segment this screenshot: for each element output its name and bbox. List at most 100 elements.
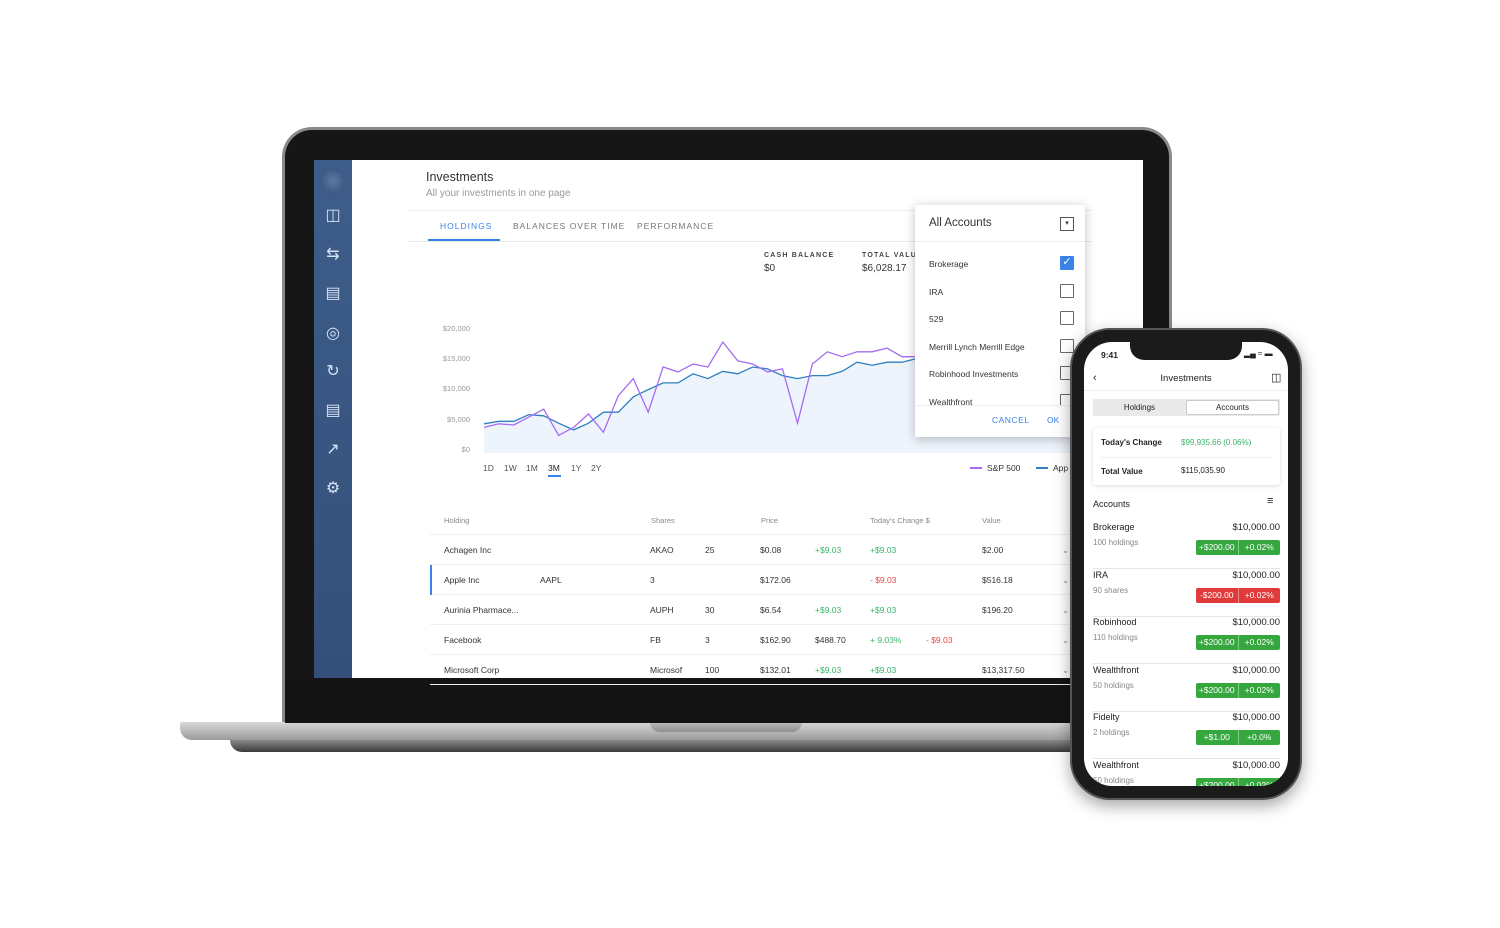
account-sub: 2 holdings — [1093, 728, 1130, 737]
table-row[interactable]: Microsoft Corp Microsof 100 $132.01 +$9.03 +$… — [430, 655, 1080, 685]
dropdown-icon[interactable]: ▾ — [1060, 217, 1074, 231]
table-cell: $13,317.50 — [982, 665, 1025, 675]
table-cell: AAPL — [540, 575, 562, 585]
sidebar: ◫ ⇆ ▤ ◎ ↻ ▤ ↗ ⚙ — [314, 160, 352, 678]
accounts-icon[interactable]: ▤ — [323, 284, 343, 304]
expand-chevron-icon[interactable]: ⌄ — [1062, 635, 1069, 646]
selected-indicator — [430, 565, 432, 595]
settings-icon[interactable]: ⚙ — [323, 479, 343, 499]
account-row[interactable]: Fidelty $10,000.00 2 holdings +$1.00 +0.0% — [1093, 712, 1280, 759]
account-name: Wealthfront — [1093, 664, 1139, 675]
expand-chevron-icon[interactable]: ⌄ — [1062, 545, 1069, 556]
table-cell: - $9.03 — [870, 575, 897, 585]
change-percent: +0.02% — [1237, 682, 1281, 698]
seg-holdings[interactable]: Holdings — [1093, 403, 1186, 412]
account-row[interactable]: Brokerage $10,000.00 100 holdings +$200.00 +… — [1093, 522, 1280, 569]
change-badge: +$1.00 +0.0% — [1196, 730, 1280, 745]
dialog-title: All Accounts — [929, 217, 992, 229]
expand-chevron-icon[interactable]: ⌄ — [1062, 605, 1069, 616]
budget-icon[interactable]: ▤ — [323, 401, 343, 421]
y-tick: $5,000 — [447, 415, 470, 424]
table-cell: $488.70 — [815, 635, 846, 645]
table-row[interactable]: Aurinia Pharmace... AUPH 30 $6.54 +$9.03 +$9.… — [430, 595, 1080, 625]
account-option[interactable]: IRA — [929, 287, 943, 297]
dashboard-icon[interactable]: ◫ — [1271, 371, 1281, 384]
account-option[interactable]: Robinhood Investments — [929, 369, 1018, 379]
legend-swatch-sp500 — [970, 467, 982, 469]
page-title: Investments — [426, 170, 494, 184]
sort-icon[interactable]: ≡ — [1267, 495, 1273, 507]
seg-accounts-label: Accounts — [1216, 403, 1249, 412]
bills-icon[interactable]: ◎ — [323, 324, 343, 344]
tab-balances-over-time[interactable]: BALANCES OVER TIME — [513, 221, 625, 231]
table-cell: 30 — [705, 605, 715, 615]
y-tick: $10,000 — [442, 384, 470, 393]
range-1w[interactable]: 1W — [504, 463, 517, 473]
account-row[interactable]: IRA $10,000.00 90 shares -$200.00 +0.02% — [1093, 570, 1280, 617]
change-amount: +$1.00 — [1203, 732, 1230, 742]
col-todays-change[interactable]: Today's Change $ — [870, 516, 930, 525]
account-sub: 110 holdings — [1093, 633, 1138, 642]
account-option[interactable]: Merrill Lynch Merrill Edge — [929, 342, 1025, 352]
col-shares[interactable]: Shares — [651, 516, 675, 525]
account-name: IRA — [1093, 569, 1109, 580]
table-cell: $0.08 — [760, 545, 782, 555]
col-value[interactable]: Value — [982, 516, 1001, 525]
change-amount: +$200.00 — [1198, 779, 1235, 787]
account-value: $10,000.00 — [1232, 522, 1280, 533]
cancel-button[interactable]: CANCEL — [992, 415, 1029, 425]
col-price[interactable]: Price — [761, 516, 778, 525]
accounts-heading: Accounts — [1093, 499, 1131, 509]
account-checkbox[interactable] — [1060, 338, 1074, 353]
table-cell: AUPH — [650, 605, 674, 615]
account-checkbox[interactable]: ✓ — [1060, 256, 1074, 270]
change-percent: +0.0% — [1237, 730, 1281, 745]
table-cell: +$9.03 — [870, 665, 897, 675]
change-badge: +$200.00 +0.02% — [1196, 777, 1280, 787]
expand-chevron-icon[interactable]: ⌄ — [1062, 575, 1069, 586]
account-row[interactable]: Wealthfront $10,000.00 50 holdings +$200.00… — [1093, 760, 1280, 787]
transfer-icon[interactable]: ⇆ — [323, 245, 343, 265]
cash-balance-label: CASH BALANCE — [764, 252, 835, 259]
recurring-icon[interactable]: ↻ — [323, 362, 343, 382]
change-amount: +$200.00 — [1198, 684, 1235, 695]
tab-performance[interactable]: PERFORMANCE — [637, 221, 714, 231]
change-percent: +0.02% — [1237, 635, 1281, 650]
table-row[interactable]: Facebook FB 3 $162.90 $488.70 + 9.03% - $9.03 ⌄ — [430, 625, 1080, 655]
dialog-divider — [915, 241, 1085, 242]
total-value: $115,035.90 — [1181, 466, 1225, 475]
account-sub: 100 holdings — [1093, 538, 1139, 547]
change-amount: -$200.00 — [1199, 589, 1234, 600]
avatar[interactable] — [320, 168, 346, 194]
range-1m[interactable]: 1M — [526, 463, 538, 473]
todays-change-value: $99,935.66 (0.06%) — [1181, 438, 1252, 447]
table-cell: $172.06 — [760, 575, 791, 585]
table-cell: + 9.03% — [870, 635, 902, 645]
dashboard-icon[interactable]: ◫ — [323, 206, 343, 226]
account-checkbox[interactable] — [1060, 311, 1074, 326]
account-option[interactable]: Brokerage — [929, 259, 968, 269]
table-row[interactable]: Apple Inc AAPL 3 $172.06 - $9.03 $516.18 ⌄ — [430, 565, 1080, 595]
table-row[interactable]: Achagen Inc AKAO 25 $0.08 +$9.03 +$9.03 $2.00 ⌄ — [430, 535, 1080, 565]
account-row[interactable]: Wealthfront $10,000.00 50 holdings +$200.00… — [1093, 665, 1280, 712]
ok-button[interactable]: OK — [1047, 415, 1059, 425]
total-value-value: $6,028.17 — [862, 263, 907, 274]
expand-chevron-icon[interactable]: ⌄ — [1062, 665, 1069, 676]
table-cell: $516.18 — [982, 575, 1013, 585]
account-checkbox[interactable] — [1060, 283, 1074, 298]
investments-chart-icon[interactable]: ↗ — [323, 440, 343, 460]
range-2y[interactable]: 2Y — [591, 463, 601, 473]
table-cell: $2.00 — [982, 545, 1004, 555]
account-value: $10,000.00 — [1232, 617, 1280, 628]
account-sub: 50 holdings — [1093, 775, 1134, 785]
range-1y[interactable]: 1Y — [571, 463, 581, 473]
range-3m[interactable]: 3M — [548, 463, 560, 473]
tab-holdings[interactable]: HOLDINGS — [440, 221, 492, 231]
range-1d[interactable]: 1D — [483, 463, 494, 473]
account-option[interactable]: 529 — [929, 314, 943, 324]
cash-balance-value: $0 — [764, 263, 776, 274]
col-holding[interactable]: Holding — [444, 516, 469, 525]
page-subtitle: All your investments in one page — [426, 188, 571, 199]
table-cell: +$9.03 — [815, 545, 842, 555]
account-row[interactable]: Robinhood $10,000.00 110 holdings +$200.00 +… — [1093, 617, 1280, 664]
